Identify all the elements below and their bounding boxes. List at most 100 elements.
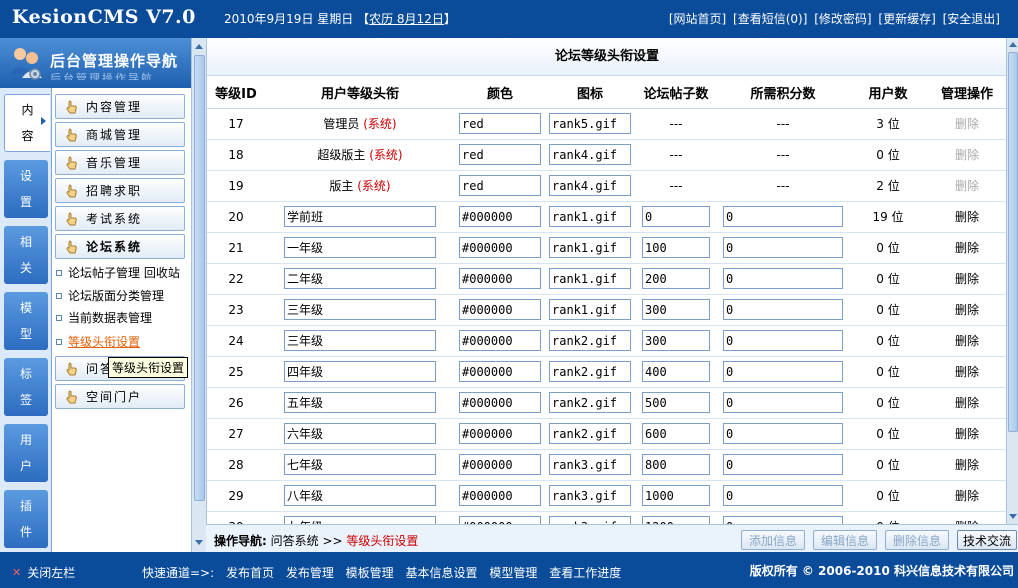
tab-plugins[interactable]: 插件 [4, 490, 48, 548]
link-messages[interactable]: [查看短信(0)] [733, 12, 807, 26]
color-input[interactable] [459, 330, 541, 351]
color-input[interactable] [459, 392, 541, 413]
quick-link-model-manage[interactable]: 模型管理 [489, 566, 537, 580]
rank-title-input[interactable] [284, 423, 436, 444]
scroll-up-icon[interactable] [195, 44, 203, 49]
tab-users[interactable]: 用户 [4, 424, 48, 482]
rank-title-input[interactable] [284, 206, 436, 227]
delete-link[interactable]: 删除 [955, 365, 979, 379]
rank-title-input[interactable] [284, 454, 436, 475]
quick-link-work-progress[interactable]: 查看工作进度 [549, 566, 621, 580]
quick-link-template-manage[interactable]: 模板管理 [346, 566, 394, 580]
post-count-input[interactable] [642, 330, 710, 351]
rank-title-input[interactable] [284, 268, 436, 289]
post-count-input[interactable] [642, 206, 710, 227]
link-site-home[interactable]: [网站首页] [669, 12, 726, 26]
icon-input[interactable] [549, 361, 631, 382]
required-score-input[interactable] [723, 299, 843, 320]
nav-scroll-thumb[interactable] [194, 55, 205, 501]
delete-link[interactable]: 删除 [955, 427, 979, 441]
color-input[interactable] [459, 485, 541, 506]
sub-forum-posts-recycle[interactable]: 论坛帖子管理 回收站 [56, 264, 180, 281]
required-score-input[interactable] [723, 392, 843, 413]
delete-link[interactable]: 删除 [955, 148, 979, 162]
color-input[interactable] [459, 144, 541, 165]
required-score-input[interactable] [723, 361, 843, 382]
color-input[interactable] [459, 454, 541, 475]
delete-link[interactable]: 删除 [955, 489, 979, 503]
quick-link-basic-settings[interactable]: 基本信息设置 [406, 566, 478, 580]
edit-info-button[interactable]: 编辑信息 [813, 530, 877, 550]
icon-input[interactable] [549, 423, 631, 444]
required-score-input[interactable] [723, 485, 843, 506]
icon-input[interactable] [549, 330, 631, 351]
tab-content[interactable]: 内容 [4, 94, 50, 152]
post-count-input[interactable] [642, 268, 710, 289]
delete-link[interactable]: 删除 [955, 117, 979, 131]
menu-music-manage[interactable]: 音乐管理 [55, 150, 185, 175]
color-input[interactable] [459, 206, 541, 227]
required-score-input[interactable] [723, 237, 843, 258]
menu-shop-manage[interactable]: 商城管理 [55, 122, 185, 147]
delete-link[interactable]: 删除 [955, 334, 979, 348]
post-count-input[interactable] [642, 485, 710, 506]
tech-exchange-button[interactable]: 技术交流 [957, 530, 1017, 550]
color-input[interactable] [459, 516, 541, 524]
menu-forum-system[interactable]: 论坛系统 [55, 234, 185, 259]
rank-title-input[interactable] [284, 516, 436, 524]
post-count-input[interactable] [642, 361, 710, 382]
menu-jobs[interactable]: 招聘求职 [55, 178, 185, 203]
link-logout[interactable]: [安全退出] [943, 12, 1000, 26]
sub-current-data-table[interactable]: 当前数据表管理 [56, 309, 152, 326]
delete-link[interactable]: 删除 [955, 396, 979, 410]
required-score-input[interactable] [723, 454, 843, 475]
delete-link[interactable]: 删除 [955, 303, 979, 317]
required-score-input[interactable] [723, 423, 843, 444]
color-input[interactable] [459, 237, 541, 258]
post-count-input[interactable] [642, 516, 710, 524]
link-change-password[interactable]: [修改密码] [814, 12, 871, 26]
menu-space-portal[interactable]: 空间门户 [55, 384, 185, 409]
delete-link[interactable]: 删除 [955, 210, 979, 224]
icon-input[interactable] [549, 268, 631, 289]
tab-tags[interactable]: 标签 [4, 358, 48, 416]
tab-related[interactable]: 相关 [4, 226, 48, 284]
rank-title-input[interactable] [284, 392, 436, 413]
close-left-panel[interactable]: ✕ 关闭左栏 [12, 564, 75, 581]
icon-input[interactable] [549, 454, 631, 475]
post-count-input[interactable] [642, 299, 710, 320]
color-input[interactable] [459, 361, 541, 382]
quick-link-publish-home[interactable]: 发布首页 [226, 566, 274, 580]
rank-title-input[interactable] [284, 330, 436, 351]
required-score-input[interactable] [723, 516, 843, 524]
rank-title-input[interactable] [284, 237, 436, 258]
breadcrumb-parent[interactable]: 问答系统 [271, 534, 319, 548]
post-count-input[interactable] [642, 392, 710, 413]
icon-input[interactable] [549, 144, 631, 165]
rank-title-input[interactable] [284, 361, 436, 382]
color-input[interactable] [459, 423, 541, 444]
required-score-input[interactable] [723, 268, 843, 289]
sub-forum-board-categories[interactable]: 论坛版面分类管理 [56, 287, 164, 304]
rank-title-input[interactable] [284, 299, 436, 320]
color-input[interactable] [459, 113, 541, 134]
rank-title-input[interactable] [284, 485, 436, 506]
main-scroll-thumb[interactable] [1008, 52, 1018, 432]
tab-models[interactable]: 模型 [4, 292, 48, 350]
delete-info-button[interactable]: 删除信息 [885, 530, 949, 550]
scroll-up-icon[interactable] [1009, 42, 1017, 47]
post-count-input[interactable] [642, 454, 710, 475]
color-input[interactable] [459, 299, 541, 320]
link-update-cache[interactable]: [更新缓存] [878, 12, 935, 26]
quick-link-publish-manage[interactable]: 发布管理 [286, 566, 334, 580]
post-count-input[interactable] [642, 237, 710, 258]
icon-input[interactable] [549, 175, 631, 196]
sub-rank-title-settings[interactable]: 等级头衔设置 [56, 333, 140, 350]
delete-link[interactable]: 删除 [955, 241, 979, 255]
add-info-button[interactable]: 添加信息 [741, 530, 805, 550]
required-score-input[interactable] [723, 206, 843, 227]
delete-link[interactable]: 删除 [955, 272, 979, 286]
icon-input[interactable] [549, 237, 631, 258]
scroll-down-icon[interactable] [1009, 514, 1017, 519]
icon-input[interactable] [549, 113, 631, 134]
